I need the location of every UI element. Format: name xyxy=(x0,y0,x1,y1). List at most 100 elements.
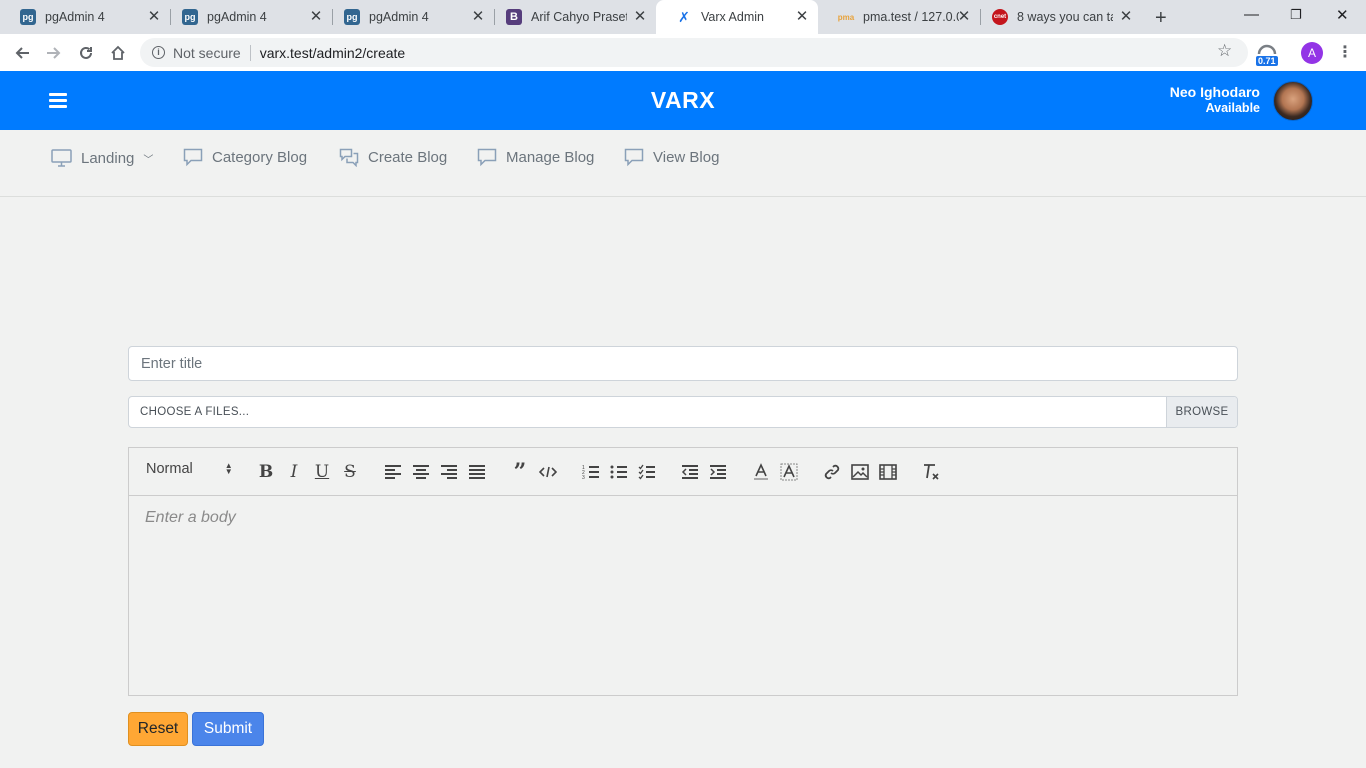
chevron-down-icon: ﹀ xyxy=(143,154,154,166)
svg-text:3: 3 xyxy=(582,475,585,480)
close-icon[interactable]: ✕ xyxy=(956,9,972,25)
nav-item-manage-blog[interactable]: Manage Blog xyxy=(477,146,594,168)
select-arrows-icon: ▲ ▼ xyxy=(224,461,233,476)
ordered-list-icon[interactable]: 123 xyxy=(580,461,602,483)
close-icon[interactable]: ✕ xyxy=(632,9,648,25)
nav-item-label: Landing xyxy=(81,149,135,167)
browser-tab[interactable]: B Arif Cahyo Prasetyo ✕ xyxy=(486,0,656,34)
reload-icon[interactable] xyxy=(74,41,98,65)
video-icon[interactable] xyxy=(877,461,899,483)
minimize-icon[interactable]: — xyxy=(1244,6,1259,23)
outdent-icon[interactable] xyxy=(679,461,701,483)
align-justify-icon[interactable] xyxy=(466,461,488,483)
monitor-icon xyxy=(51,148,72,167)
text-color-icon[interactable] xyxy=(750,461,772,483)
close-icon[interactable]: ✕ xyxy=(1118,9,1134,25)
align-left-icon[interactable] xyxy=(382,461,404,483)
browser-tab[interactable]: pg pgAdmin 4 ✕ xyxy=(324,0,494,34)
window-close-icon[interactable]: ✕ xyxy=(1336,6,1349,24)
extension-badge: 0.71 xyxy=(1256,56,1278,66)
heading-select[interactable]: Normal ▲ ▼ xyxy=(146,461,233,477)
user-avatar[interactable] xyxy=(1273,81,1313,121)
browser-tab[interactable]: cnet 8 ways you can take ✕ xyxy=(972,0,1142,34)
close-icon[interactable]: ✕ xyxy=(794,9,810,25)
app-nav: Landing ﹀ Category Blog Create Blog Mana… xyxy=(0,130,1366,197)
bookmark-star-icon[interactable]: ☆ xyxy=(1217,41,1232,61)
user-info[interactable]: Neo Ighodaro Available xyxy=(1170,84,1260,115)
tab-title: pgAdmin 4 xyxy=(369,10,429,24)
close-icon[interactable]: ✕ xyxy=(146,9,162,25)
nav-item-label: View Blog xyxy=(653,148,720,166)
phpmyadmin-favicon-icon: pma xyxy=(837,12,855,22)
underline-icon[interactable]: U xyxy=(311,461,333,483)
nav-item-label: Category Blog xyxy=(212,148,308,166)
title-input[interactable] xyxy=(128,346,1238,381)
browse-button[interactable]: BROWSE xyxy=(1166,397,1237,427)
forward-arrow-icon[interactable] xyxy=(42,41,66,65)
user-status: Available xyxy=(1205,101,1260,115)
nav-item-label: Manage Blog xyxy=(506,148,595,166)
rich-text-editor: Normal ▲ ▼ B I U S ” 123 Enter a body xyxy=(128,447,1238,696)
tab-title: Arif Cahyo Prasetyo xyxy=(531,10,627,24)
tab-title: pma.test / 127.0.0.1 xyxy=(863,10,959,24)
tab-title: pgAdmin 4 xyxy=(207,10,267,24)
browser-tab[interactable]: pg pgAdmin 4 ✕ xyxy=(162,0,332,34)
back-arrow-icon[interactable] xyxy=(10,41,34,65)
restore-icon[interactable]: ❐ xyxy=(1290,7,1302,23)
browser-tab[interactable]: pg pgAdmin 4 ✕ xyxy=(0,0,170,34)
info-icon[interactable]: i xyxy=(152,46,165,59)
comment-icon xyxy=(183,148,203,166)
brand-title: VARX xyxy=(650,87,716,113)
clear-format-icon[interactable] xyxy=(920,461,942,483)
blockquote-icon[interactable]: ” xyxy=(509,459,531,485)
checklist-icon[interactable] xyxy=(636,461,658,483)
cnet-favicon-icon: cnet xyxy=(992,9,1008,25)
comments-icon xyxy=(339,148,359,167)
editor-toolbar: Normal ▲ ▼ B I U S ” 123 xyxy=(129,448,1237,496)
browser-tab-active[interactable]: ✗ Varx Admin ✕ xyxy=(656,0,818,34)
tab-title: Varx Admin xyxy=(701,10,764,24)
close-icon[interactable]: ✕ xyxy=(308,9,324,25)
comment-icon xyxy=(624,148,644,166)
link-icon[interactable] xyxy=(821,461,843,483)
submit-button[interactable]: Submit xyxy=(192,712,264,746)
heading-select-value: Normal xyxy=(146,461,193,477)
nav-item-create-blog[interactable]: Create Blog xyxy=(339,146,447,168)
browser-menu-icon[interactable]: ⋮ xyxy=(1337,42,1353,62)
file-input-label: CHOOSE A FILES... xyxy=(140,406,250,418)
nav-item-category-blog[interactable]: Category Blog xyxy=(183,146,307,168)
home-icon[interactable] xyxy=(106,41,130,65)
bold-icon[interactable]: B xyxy=(255,461,277,483)
tab-title: pgAdmin 4 xyxy=(45,10,105,24)
nav-item-label: Create Blog xyxy=(368,148,448,166)
app-header: VARX Neo Ighodaro Available xyxy=(0,71,1366,130)
address-bar: i Not secure varx.test/admin2/create xyxy=(0,34,1366,71)
nav-item-view-blog[interactable]: View Blog xyxy=(624,146,719,168)
reset-button[interactable]: Reset xyxy=(128,712,188,746)
indent-icon[interactable] xyxy=(707,461,729,483)
background-color-icon[interactable] xyxy=(778,461,800,483)
bullet-list-icon[interactable] xyxy=(608,461,630,483)
image-icon[interactable] xyxy=(849,461,871,483)
close-icon[interactable]: ✕ xyxy=(470,9,486,25)
pgadmin-favicon-icon: pg xyxy=(20,9,36,25)
extension-icon[interactable]: 0.71 xyxy=(1256,42,1278,66)
profile-avatar[interactable]: A xyxy=(1301,42,1323,64)
editor-body-placeholder[interactable]: Enter a body xyxy=(145,509,236,527)
new-tab-icon[interactable]: + xyxy=(1155,7,1167,30)
pgadmin-favicon-icon: pg xyxy=(182,9,198,25)
file-input[interactable]: CHOOSE A FILES... BROWSE xyxy=(128,396,1238,428)
code-icon[interactable] xyxy=(537,461,559,483)
url-text[interactable]: varx.test/admin2/create xyxy=(260,45,406,61)
browser-tab-bar: pg pgAdmin 4 ✕ pg pgAdmin 4 ✕ pg pgAdmin… xyxy=(0,0,1366,34)
nav-item-landing[interactable]: Landing ﹀ xyxy=(51,147,153,169)
italic-icon[interactable]: I xyxy=(283,461,305,483)
browser-tab[interactable]: pma pma.test / 127.0.0.1 ✕ xyxy=(818,0,980,34)
align-right-icon[interactable] xyxy=(438,461,460,483)
omnibox[interactable]: i Not secure varx.test/admin2/create xyxy=(140,38,1248,67)
bootstrap-favicon-icon: B xyxy=(506,9,522,25)
align-center-icon[interactable] xyxy=(410,461,432,483)
pgadmin-favicon-icon: pg xyxy=(344,9,360,25)
strikethrough-icon[interactable]: S xyxy=(339,461,361,483)
varx-favicon-icon: ✗ xyxy=(678,8,690,25)
